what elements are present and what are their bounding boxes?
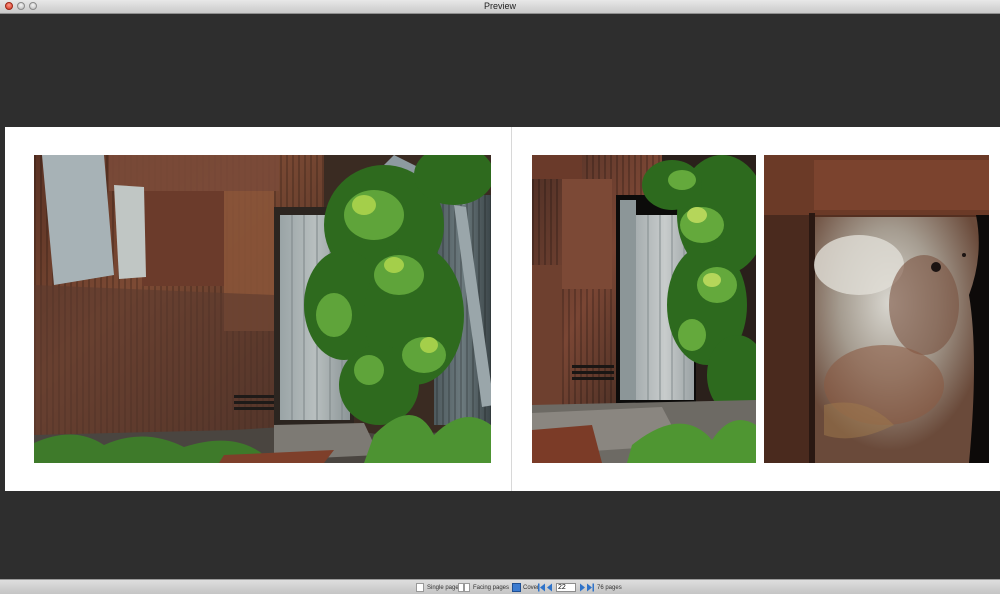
facing-page-right-icon	[464, 583, 470, 592]
cover-option[interactable]: Cover	[512, 582, 539, 593]
single-page-icon	[416, 583, 424, 592]
preview-canvas[interactable]	[0, 14, 1000, 579]
facing-pages-label: Facing pages	[473, 584, 510, 591]
page-number-input[interactable]	[556, 583, 576, 592]
previous-page-icon[interactable]	[546, 583, 553, 592]
last-page-icon[interactable]	[587, 583, 594, 592]
single-pages-option[interactable]: Single pages	[416, 582, 462, 593]
single-pages-label: Single pages	[427, 584, 462, 591]
page-spread	[5, 127, 1000, 491]
page-gutter	[511, 127, 512, 491]
photo-shed-door-vines[interactable]	[34, 155, 491, 463]
page-navigation: 76 pages	[538, 582, 622, 593]
cover-icon	[512, 583, 521, 592]
first-page-icon[interactable]	[538, 583, 545, 592]
photo-rust-closeup-graphic	[764, 155, 989, 463]
photo-rust-closeup[interactable]	[764, 155, 989, 463]
total-pages-label: 76 pages	[597, 584, 622, 591]
photo-shed-door-vines-graphic	[34, 155, 491, 463]
status-bar: Single pages Facing pages Cover 76 pages	[0, 579, 1000, 594]
facing-pages-option[interactable]: Facing pages	[458, 582, 509, 593]
cover-label: Cover	[523, 584, 540, 591]
next-page-icon[interactable]	[579, 583, 586, 592]
photo-open-doorway[interactable]	[532, 155, 756, 463]
title-bar: Preview	[0, 0, 1000, 14]
photo-open-doorway-graphic	[532, 155, 756, 463]
window-title: Preview	[483, 1, 516, 11]
